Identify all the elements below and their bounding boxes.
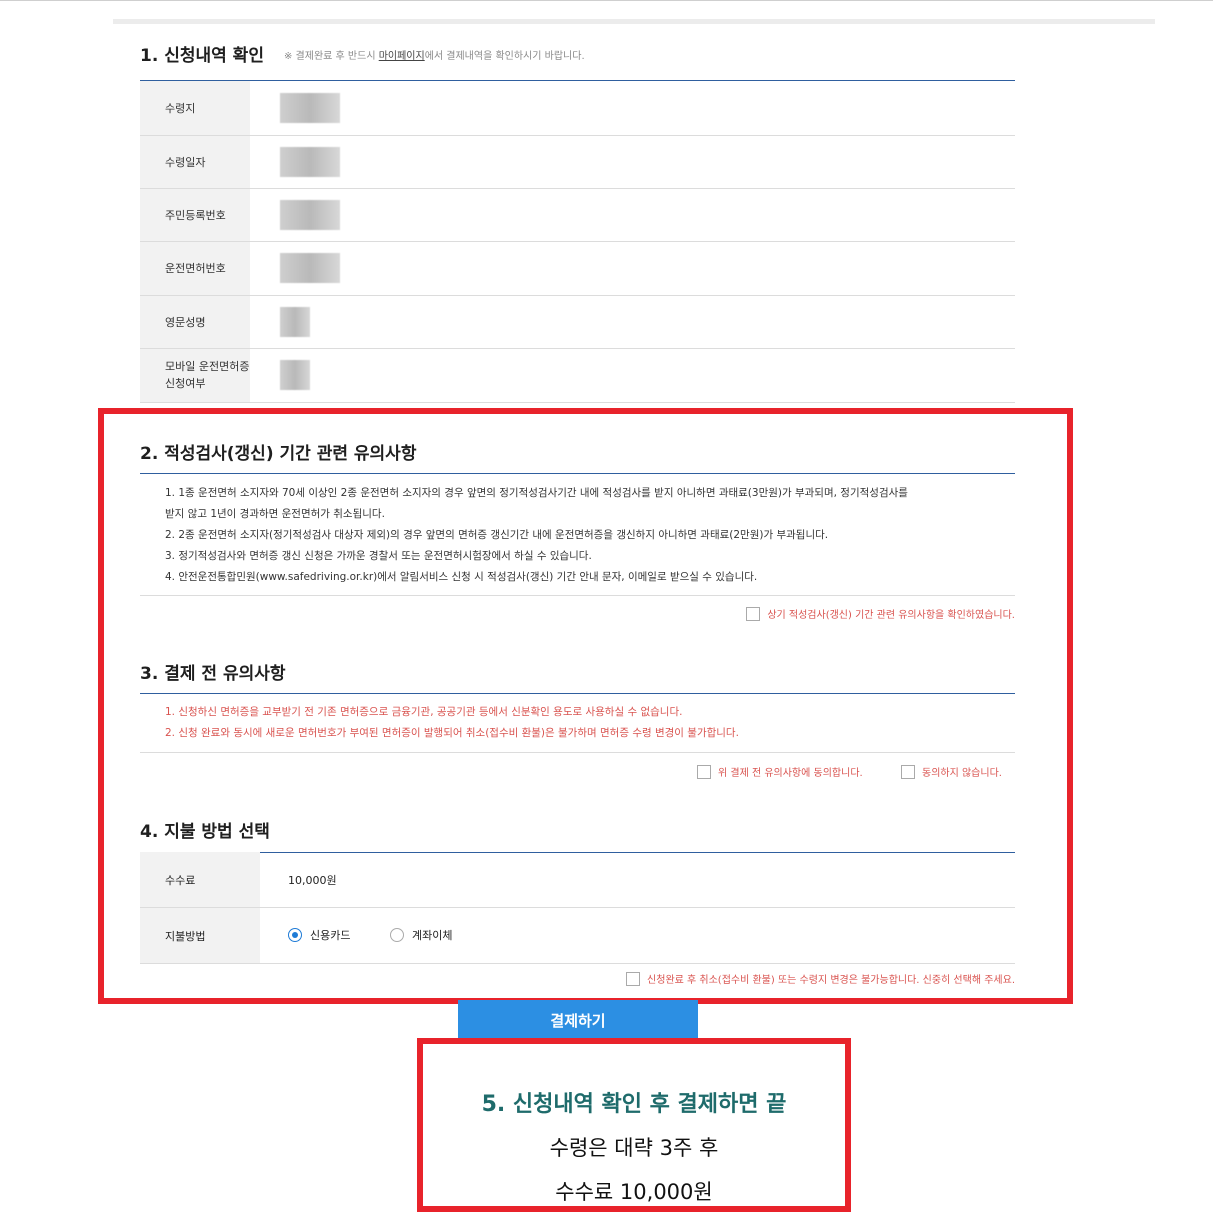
confirm-label: 상기 적성검사(갱신) 기간 관련 유의사항을 확인하였습니다. (767, 610, 1015, 621)
card-radio[interactable] (288, 927, 302, 942)
note-line: 1. 1종 운전면허 소지자와 70세 이상인 2종 운전면허 소지자의 경우 … (165, 487, 908, 499)
disagree-label: 동의하지 않습니다. (922, 768, 1002, 779)
pay-button[interactable]: 결제하기 (458, 1000, 698, 1042)
table-row: 운전면허번호 (140, 241, 1015, 296)
row-value-mobile-license (250, 348, 1015, 403)
section3-line (140, 693, 1015, 694)
section1-title: 1. 신청내역 확인 (140, 46, 264, 66)
top-divider (0, 0, 1213, 1)
redacted-value (280, 253, 340, 283)
mypage-link[interactable]: 마이페이지 (379, 51, 425, 62)
row-label-mobile-license: 모바일 운전면허증 신청여부 (140, 348, 250, 403)
row-value-english-name (250, 295, 1015, 349)
section3-notes: 1. 신청하신 면허증을 교부받기 전 기존 면허증으로 금융기관, 공공기관 … (165, 702, 739, 744)
table-row: 수령일자 (140, 135, 1015, 189)
note-line: 2. 신청 완료와 동시에 새로운 면허번호가 부여된 면허증이 발행되어 취소… (165, 727, 739, 739)
section4-title: 4. 지불 방법 선택 (140, 822, 270, 842)
notice-checkbox[interactable] (626, 971, 641, 986)
note-line: 3. 정기적성검사와 면허증 갱신 신청은 가까운 경찰서 또는 운전면허시험장… (165, 550, 592, 562)
header-shade (113, 19, 1155, 24)
method-label: 지불방법 (140, 907, 260, 964)
card-label: 신용카드 (310, 928, 351, 942)
table-row: 주민등록번호 (140, 188, 1015, 242)
note-line: 4. 안전운전통합민원(www.safedriving.or.kr)에서 알림서… (165, 571, 758, 583)
disagree-option[interactable]: 동의하지 않습니다. (901, 764, 1002, 779)
redacted-value (280, 146, 340, 177)
section2-confirm[interactable]: 상기 적성검사(갱신) 기간 관련 유의사항을 확인하였습니다. (746, 606, 1015, 621)
row-value-date (250, 135, 1015, 189)
table-row: 영문성명 (140, 295, 1015, 349)
note-line: 2. 2종 운전면허 소지자(정기적성검사 대상자 제외)의 경우 앞면의 면허… (165, 529, 829, 541)
card-option[interactable]: 신용카드 (288, 927, 350, 943)
row-label-address: 수령지 (140, 81, 250, 136)
redacted-value (280, 92, 340, 123)
section3-title: 3. 결제 전 유의사항 (140, 664, 286, 684)
row-label-license-number: 운전면허번호 (140, 241, 250, 296)
note-line: 1. 신청하신 면허증을 교부받기 전 기존 면허증으로 금융기관, 공공기관 … (165, 706, 683, 718)
section3-divider (140, 752, 1015, 753)
caption-box: 5. 신청내역 확인 후 결제하면 끝 수령은 대략 3주 후 수수료 10,0… (417, 1038, 851, 1212)
transfer-radio[interactable] (389, 927, 404, 942)
table-row: 모바일 운전면허증 신청여부 (140, 348, 1015, 403)
note-line: 받지 않고 1년이 경과하면 운전면허가 취소됩니다. (165, 508, 385, 520)
caption-line-delivery: 수령은 대략 3주 후 (549, 1136, 719, 1160)
hint-prefix: ※ 결제완료 후 반드시 (284, 51, 379, 62)
payment-table: 수수료 10,000원 지불방법 신용카드 계좌이체 (140, 852, 1015, 964)
section2-title: 2. 적성검사(갱신) 기간 관련 유의사항 (140, 444, 417, 464)
notice-label: 신청완료 후 취소(접수비 환불) 또는 수령지 변경은 불가능합니다. 신중히… (647, 975, 1015, 986)
row-label-date: 수령일자 (140, 135, 250, 189)
fee-value: 10,000원 (260, 852, 1015, 908)
redacted-value (280, 199, 340, 230)
section2-divider (140, 595, 1015, 596)
section1-hint: ※ 결제완료 후 반드시 마이페이지에서 결제내역을 확인하시기 바랍니다. (284, 47, 585, 62)
caption-title: 5. 신청내역 확인 후 결제하면 끝 (481, 1092, 787, 1117)
table-row: 수령지 (140, 81, 1015, 136)
transfer-option[interactable]: 계좌이체 (389, 927, 453, 943)
row-value-resident-number (250, 188, 1015, 242)
hint-suffix: 에서 결제내역을 확인하시기 바랍니다. (424, 51, 585, 62)
fee-label: 수수료 (140, 852, 260, 908)
final-notice[interactable]: 신청완료 후 취소(접수비 환불) 또는 수령지 변경은 불가능합니다. 신중히… (626, 971, 1015, 986)
row-value-license-number (250, 241, 1015, 296)
row-label-resident-number: 주민등록번호 (140, 188, 250, 242)
transfer-label: 계좌이체 (411, 928, 453, 942)
method-options: 신용카드 계좌이체 (260, 907, 1015, 964)
redacted-value (280, 306, 310, 337)
agree-option[interactable]: 위 결제 전 유의사항에 동의합니다. (697, 764, 863, 779)
agree-label: 위 결제 전 유의사항에 동의합니다. (718, 768, 863, 779)
confirm-checkbox[interactable] (746, 606, 761, 621)
redacted-value (280, 360, 310, 390)
agree-checkbox[interactable] (697, 764, 711, 779)
application-info-table: 수령지 수령일자 주민등록번호 운전면허번호 영문성명 모바일 운전면허증 신청… (140, 81, 1015, 403)
disagree-checkbox[interactable] (901, 764, 915, 779)
section2-notes: 1. 1종 운전면허 소지자와 70세 이상인 2종 운전면허 소지자의 경우 … (165, 483, 908, 588)
table-row: 수수료 10,000원 (140, 852, 1015, 908)
section2-line (140, 473, 1015, 474)
caption-line-fee: 수수료 10,000원 (555, 1180, 713, 1204)
table-row: 지불방법 신용카드 계좌이체 (140, 907, 1015, 964)
row-label-english-name: 영문성명 (140, 295, 250, 349)
row-value-address (250, 81, 1015, 136)
